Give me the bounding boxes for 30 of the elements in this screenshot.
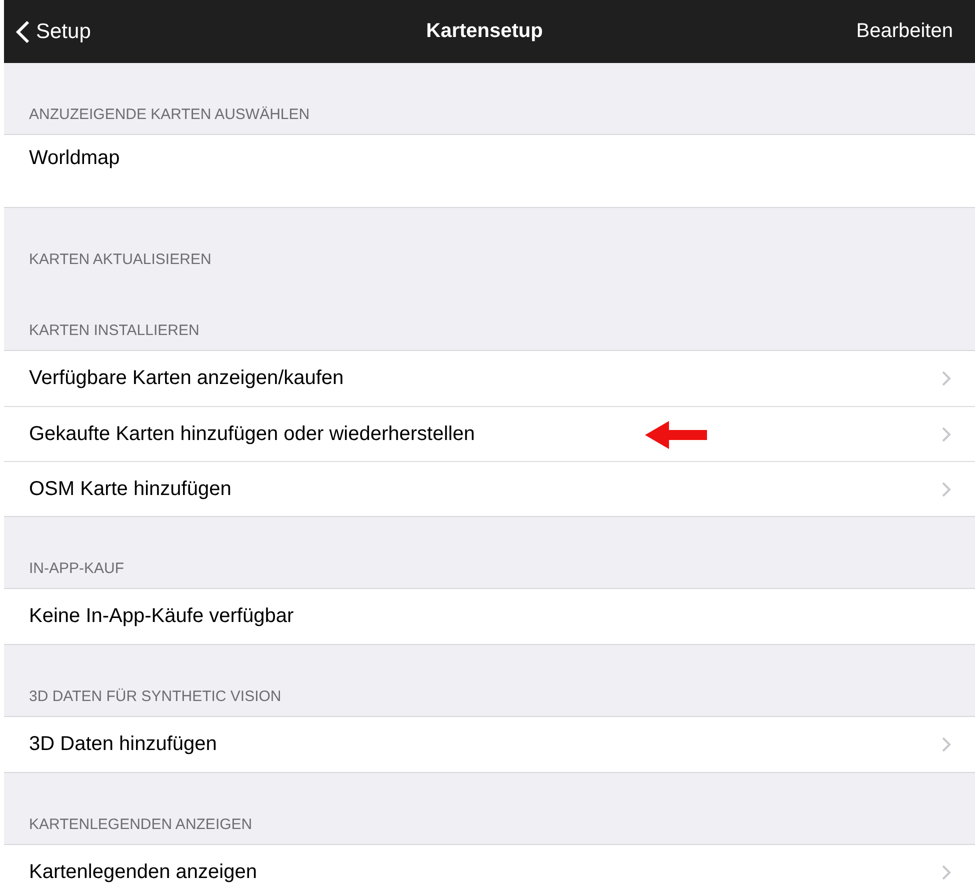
row-label: OSM Karte hinzufügen (29, 478, 232, 500)
table-row[interactable]: Kartenlegenden anzeigen (4, 845, 975, 895)
table-row[interactable]: Verfügbare Karten anzeigen/kaufen (4, 351, 975, 406)
table-row[interactable]: OSM Karte hinzufügen (4, 461, 975, 516)
section-header: KARTEN INSTALLIEREN (29, 322, 200, 339)
row-label: 3D Daten hinzufügen (29, 733, 218, 756)
chevron-icon (942, 426, 951, 442)
row-label: Keine In-App-Käufe verfügbar (29, 605, 295, 628)
chevron-icon (942, 865, 951, 880)
row-label: Verfügbare Karten anzeigen/kaufen (29, 367, 345, 390)
back-label[interactable]: Setup (36, 20, 91, 44)
row-label: Worldmap (29, 147, 121, 170)
edit-button[interactable]: Bearbeiten (856, 20, 953, 43)
section-header: KARTENLEGENDEN ANZEIGEN (29, 816, 252, 833)
table-row[interactable]: Keine In-App-Käufe verfügbar (4, 589, 975, 644)
chevron-icon (942, 737, 951, 752)
section-header: ANZUZEIGENDE KARTEN AUSWÄHLEN (29, 106, 310, 123)
row-label: Kartenlegenden anzeigen (29, 861, 258, 884)
back-button[interactable]: Setup (16, 20, 91, 44)
nav-title: Kartensetup (426, 20, 543, 43)
table-row[interactable]: Gekaufte Karten hinzufügen oder wiederherstellen (4, 406, 975, 461)
table-row[interactable]: Worldmap (4, 135, 975, 207)
back-chevron-icon (16, 20, 30, 44)
section-header: IN-APP-KAUF (29, 560, 124, 577)
section-header: 3D DATEN FÜR SYNTHETIC VISION (29, 688, 282, 705)
chevron-icon (942, 482, 951, 496)
table-row[interactable]: 3D Daten hinzufügen (4, 717, 975, 772)
chevron-icon (942, 371, 951, 386)
section-header: KARTEN AKTUALISIEREN (29, 251, 212, 268)
row-label: Gekaufte Karten hinzufügen oder wiederherstellen (29, 422, 476, 446)
